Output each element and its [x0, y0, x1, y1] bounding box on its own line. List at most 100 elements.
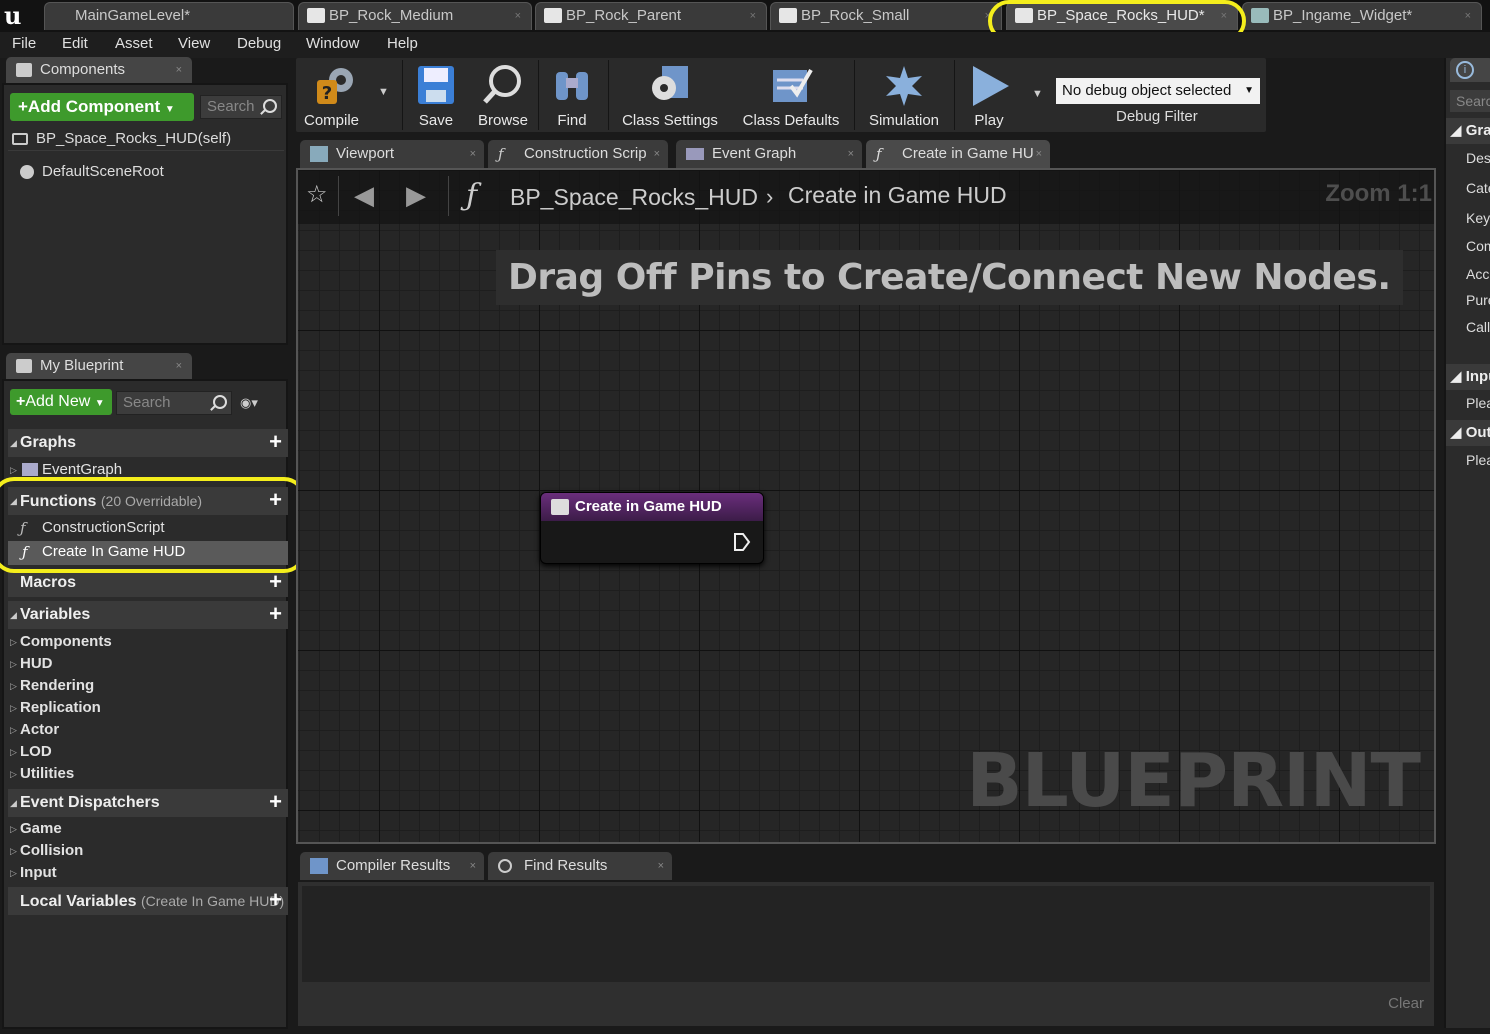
visibility-eye-icon[interactable]: ◉▾ — [240, 395, 276, 411]
add-component-button[interactable]: +Add Component ▼ — [10, 93, 194, 121]
close-icon[interactable]: × — [1465, 3, 1471, 29]
doc-tab-bp-rock-medium[interactable]: BP_Rock_Medium × — [298, 2, 532, 30]
browse-button[interactable]: Browse — [470, 58, 536, 132]
menu-edit[interactable]: Edit — [62, 35, 88, 52]
components-search-input[interactable]: Search — [200, 95, 282, 119]
plus-icon: + — [16, 393, 26, 410]
doc-tab-bp-rock-small[interactable]: BP_Rock_Small × — [770, 2, 1002, 30]
close-icon[interactable]: × — [658, 852, 664, 880]
close-icon[interactable]: × — [515, 3, 521, 29]
tab-my-blueprint[interactable]: My Blueprint × — [6, 353, 192, 379]
section-outputs[interactable]: ◢ Out — [1446, 420, 1490, 446]
tab-compiler-results[interactable]: Compiler Results × — [300, 852, 484, 880]
svg-text:?: ? — [322, 83, 332, 104]
close-icon[interactable]: × — [176, 353, 182, 379]
clear-button[interactable]: Clear — [1388, 995, 1424, 1012]
section-graph[interactable]: ◢ Gra — [1446, 118, 1490, 144]
save-button[interactable]: Save — [406, 58, 466, 132]
variable-category[interactable]: ▷ Replication — [8, 697, 288, 719]
tab-create-in-game-hud[interactable]: ƒ Create in Game HU × — [866, 140, 1050, 168]
find-button[interactable]: Find — [542, 58, 602, 132]
doc-tab-bp-rock-parent[interactable]: BP_Rock_Parent × — [535, 2, 767, 30]
menu-help[interactable]: Help — [387, 35, 418, 52]
simulation-icon — [886, 66, 922, 106]
close-icon[interactable]: × — [470, 140, 476, 168]
debug-object-select[interactable]: No debug object selected ▼ — [1056, 78, 1260, 104]
details-tab[interactable]: i — [1450, 58, 1490, 82]
bottom-panel: Compiler Results × Find Results × Clear — [296, 850, 1436, 1030]
blueprint-search-input[interactable]: Search — [116, 391, 232, 415]
add-variable-button[interactable]: + — [269, 603, 282, 625]
breadcrumb-function[interactable]: Create in Game HUD — [788, 182, 1007, 209]
section-graphs[interactable]: ◢ Graphs + — [8, 429, 288, 457]
variable-category[interactable]: ▷ Components — [8, 631, 288, 653]
menu-window[interactable]: Window — [306, 35, 359, 52]
menu-file[interactable]: File — [12, 35, 36, 52]
add-macro-button[interactable]: + — [269, 571, 282, 593]
class-settings-button[interactable]: Class Settings — [612, 58, 728, 132]
doc-tab-maingamelevel[interactable]: MainGameLevel* — [44, 2, 294, 30]
class-defaults-button[interactable]: Class Defaults — [734, 58, 848, 132]
simulation-button[interactable]: Simulation — [858, 58, 950, 132]
section-variables[interactable]: ◢ Variables + — [8, 601, 288, 629]
variable-category[interactable]: ▷ Utilities — [8, 763, 288, 785]
compile-button[interactable]: ? Compile — [300, 58, 370, 132]
tab-find-results[interactable]: Find Results × — [488, 852, 672, 880]
doc-tab-bp-ingame-widget[interactable]: BP_Ingame_Widget* × — [1242, 2, 1482, 30]
tab-viewport[interactable]: Viewport × — [300, 140, 484, 168]
search-icon — [263, 99, 277, 113]
section-inputs[interactable]: ◢ Inpu — [1446, 364, 1490, 390]
add-local-variable-button[interactable]: + — [269, 889, 282, 911]
exec-pin-icon[interactable] — [733, 532, 751, 552]
section-event-dispatchers[interactable]: ◢ Event Dispatchers + — [8, 789, 288, 817]
node-header[interactable]: Create in Game HUD — [541, 493, 763, 521]
variable-category[interactable]: ▷ LOD — [8, 741, 288, 763]
component-self[interactable]: BP_Space_Rocks_HUD(self) — [8, 127, 284, 151]
add-new-button[interactable]: +Add New ▼ — [10, 389, 112, 415]
chevron-down-icon: ▼ — [94, 398, 105, 409]
play-icon — [973, 66, 1009, 106]
dispatcher-category[interactable]: ▷ Collision — [8, 840, 288, 862]
menu-asset[interactable]: Asset — [115, 35, 153, 52]
graph-canvas[interactable]: ☆ ◀ ▶ ƒ BP_Space_Rocks_HUD › Create in G… — [296, 168, 1436, 844]
menu-view[interactable]: View — [178, 35, 210, 52]
blueprint-icon — [544, 8, 562, 23]
add-dispatcher-button[interactable]: + — [269, 791, 282, 813]
breadcrumb-blueprint[interactable]: BP_Space_Rocks_HUD — [510, 184, 758, 211]
dispatcher-category[interactable]: ▷ Input — [8, 862, 288, 884]
menu-debug[interactable]: Debug — [237, 35, 281, 52]
tab-event-graph[interactable]: Event Graph × — [676, 140, 862, 168]
binoculars-icon — [556, 72, 588, 100]
section-macros[interactable]: Macros + — [8, 569, 288, 597]
compile-options-dropdown[interactable]: ▼ — [378, 86, 389, 98]
dispatcher-category[interactable]: ▷ Game — [8, 818, 288, 840]
variable-category[interactable]: ▷ HUD — [8, 653, 288, 675]
section-local-variables[interactable]: Local Variables (Create In Game HUD) + — [8, 887, 288, 915]
variable-category[interactable]: ▷ Actor — [8, 719, 288, 741]
widget-icon — [1251, 8, 1269, 23]
details-search-input[interactable]: Searc — [1450, 90, 1490, 112]
add-graph-button[interactable]: + — [269, 431, 282, 453]
tab-components[interactable]: Components × — [6, 57, 192, 83]
close-icon[interactable]: × — [1036, 140, 1042, 168]
tab-construction-script[interactable]: ƒ Construction Scrip × — [488, 140, 668, 168]
variable-category[interactable]: ▷ Rendering — [8, 675, 288, 697]
function-entry-node[interactable]: Create in Game HUD — [540, 492, 764, 564]
play-button[interactable]: Play — [956, 58, 1022, 132]
blueprint-watermark: BLUEPRINT — [966, 738, 1421, 824]
favorite-star-icon[interactable]: ☆ — [306, 182, 332, 208]
close-icon[interactable]: × — [176, 57, 182, 83]
play-options-dropdown[interactable]: ▼ — [1032, 88, 1043, 100]
compile-icon: ? — [317, 68, 353, 104]
close-icon[interactable]: × — [654, 140, 660, 168]
close-icon[interactable]: × — [750, 3, 756, 29]
forward-arrow-icon[interactable]: ▶ — [406, 180, 426, 210]
component-default-scene-root[interactable]: DefaultSceneRoot — [14, 161, 164, 183]
chevron-down-icon: ▼ — [1244, 85, 1254, 96]
scene-root-icon — [20, 165, 34, 179]
close-icon[interactable]: × — [470, 852, 476, 880]
unreal-logo-icon[interactable]: u — [4, 2, 32, 30]
graph-tabs: Viewport × ƒ Construction Scrip × Event Gra… — [296, 138, 1436, 168]
close-icon[interactable]: × — [848, 140, 854, 168]
back-arrow-icon[interactable]: ◀ — [354, 180, 374, 210]
